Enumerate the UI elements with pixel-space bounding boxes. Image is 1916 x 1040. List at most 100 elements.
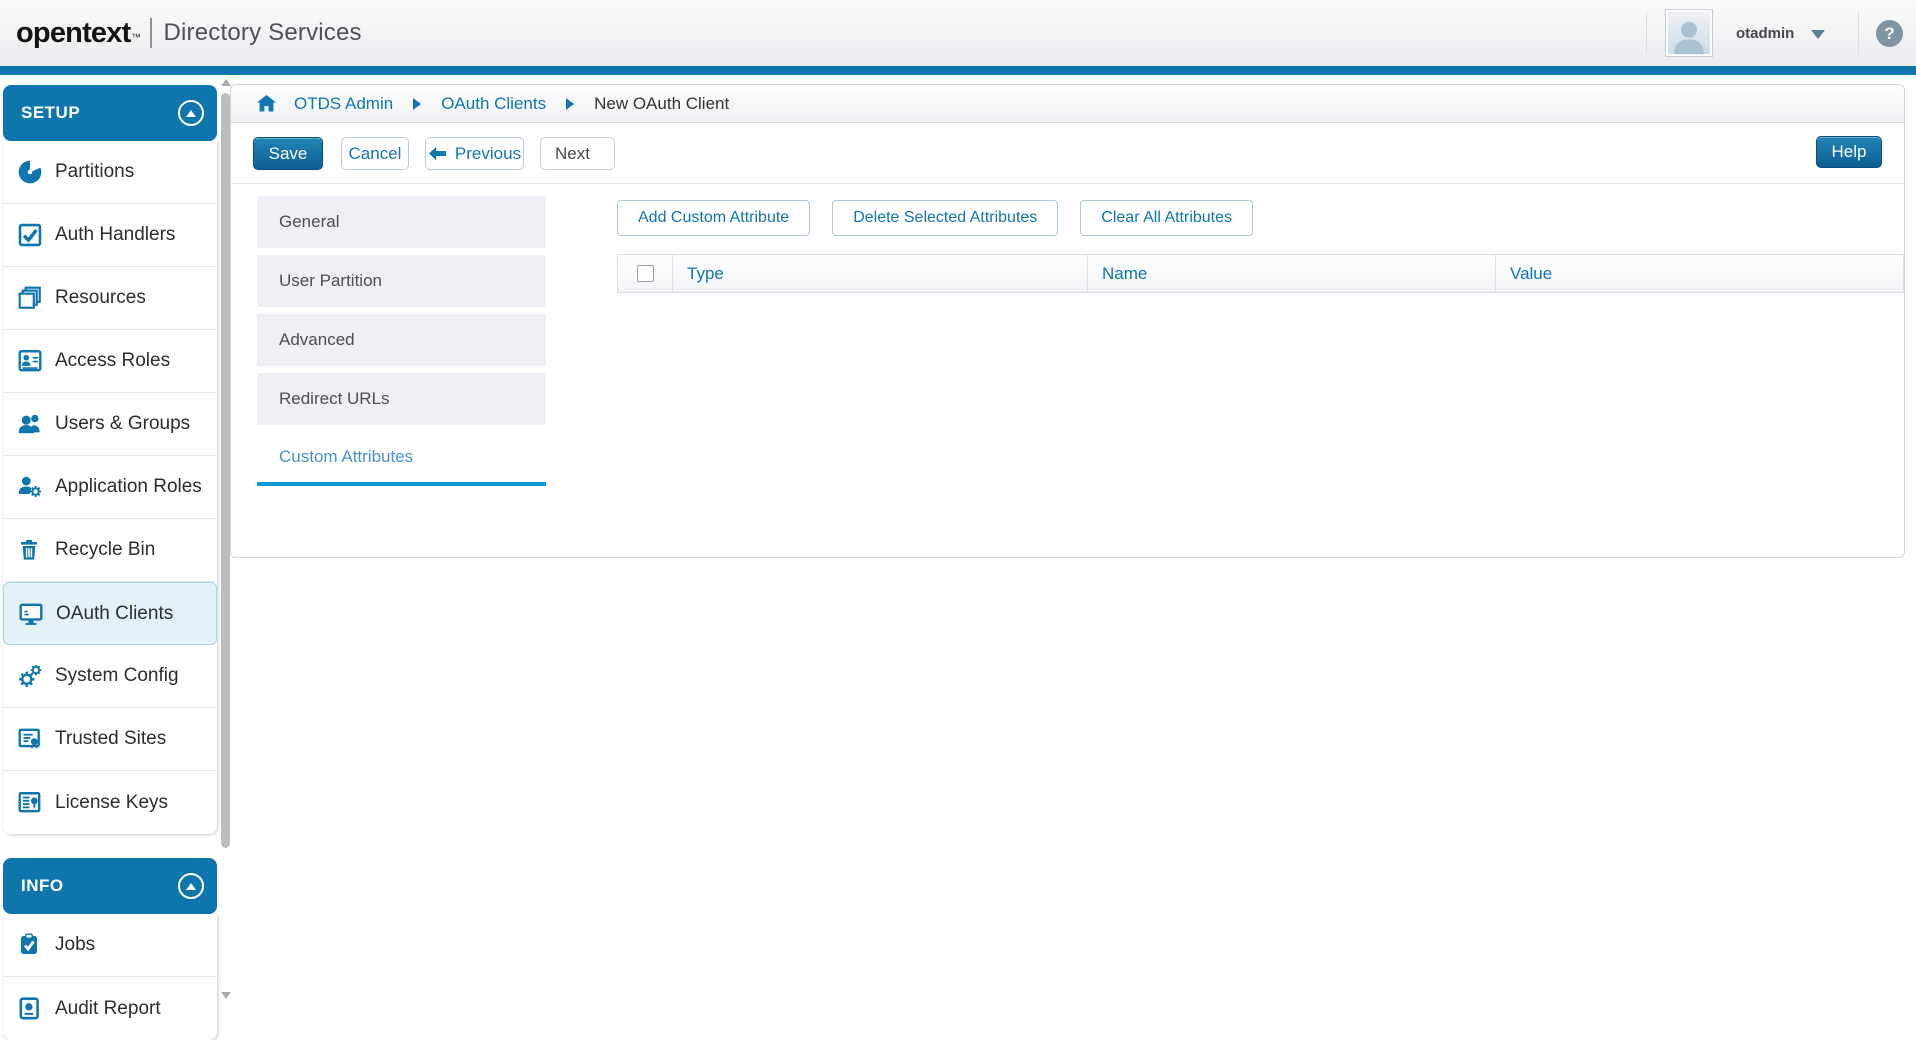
sidebar-item-label: Application Roles [55,476,202,498]
product-title: Directory Services [163,19,361,47]
save-button[interactable]: Save [253,137,323,170]
license-keys-icon [17,790,47,816]
sidebar-item-resources[interactable]: Resources [3,267,217,330]
delete-selected-attributes-button[interactable]: Delete Selected Attributes [832,200,1058,236]
toolbar: Save Cancel Previous Next Help [231,123,1904,184]
home-icon[interactable] [257,95,276,112]
scroll-up-icon[interactable] [221,79,231,86]
sidebar-item-label: Trusted Sites [55,728,166,750]
oauth-client-content: General User Partition Advanced Redirect… [231,184,1904,559]
jobs-icon [17,932,47,958]
access-roles-icon [17,348,47,374]
scroll-down-icon[interactable] [221,992,231,999]
cancel-button[interactable]: Cancel [341,137,409,170]
tab-advanced[interactable]: Advanced [257,314,546,366]
trusted-sites-icon [17,726,47,752]
tab-general[interactable]: General [257,196,546,248]
user-menu-label[interactable]: otadmin [1736,25,1794,42]
setup-items-panel: Partitions Auth Handlers Resources Acces… [3,141,217,834]
partitions-icon [17,159,47,185]
main-panel: OTDS Admin OAuth Clients New OAuth Clien… [230,84,1905,558]
sidebar-section-setup[interactable]: SETUP [3,85,217,141]
select-all-checkbox[interactable] [637,265,654,282]
sidebar-item-label: Jobs [55,934,95,956]
logo-wordmark: opentext [16,17,130,50]
previous-button-label: Previous [455,144,521,164]
column-header-name[interactable]: Name [1087,255,1495,292]
breadcrumb-separator-icon [566,98,574,110]
sidebar-item-trusted-sites[interactable]: Trusted Sites [3,708,217,771]
opentext-logo: opentext™ Directory Services [16,0,362,66]
sidebar-item-jobs[interactable]: Jobs [3,914,217,977]
header-divider [1858,12,1859,54]
breadcrumb-link-otds-admin[interactable]: OTDS Admin [294,94,393,114]
sidebar-item-recycle-bin[interactable]: Recycle Bin [3,519,217,582]
previous-button[interactable]: Previous [425,137,524,170]
setup-section-title: SETUP [21,103,80,123]
sidebar: SETUP Partitions Auth Handlers Resources [3,85,217,1040]
auth-handlers-icon [17,222,47,248]
chevron-down-icon[interactable] [1811,30,1825,39]
help-button[interactable]: Help [1816,136,1882,168]
resources-icon [17,285,47,311]
sidebar-item-access-roles[interactable]: Access Roles [3,330,217,393]
custom-attributes-toolbar: Add Custom Attribute Delete Selected Att… [617,200,1253,236]
sidebar-item-audit-report[interactable]: Audit Report [3,977,217,1040]
breadcrumb: OTDS Admin OAuth Clients New OAuth Clien… [231,85,1904,123]
collapse-section-icon[interactable] [178,873,204,899]
app-header: opentext™ Directory Services otadmin ? [0,0,1916,67]
header-user-area: otadmin ? [1646,0,1916,66]
sidebar-item-oauth-clients[interactable]: OAuth Clients [3,582,217,645]
avatar[interactable] [1665,9,1713,57]
collapse-section-icon[interactable] [178,100,204,126]
accent-bar [0,66,1916,75]
sidebar-item-auth-handlers[interactable]: Auth Handlers [3,204,217,267]
tab-custom-attributes[interactable]: Custom Attributes [257,432,546,486]
sidebar-gap [3,834,217,858]
custom-attributes-table: Type Name Value [617,254,1904,293]
sidebar-item-label: Auth Handlers [55,224,175,246]
sidebar-item-system-config[interactable]: System Config [3,645,217,708]
info-section-title: INFO [21,876,64,896]
sidebar-item-label: Recycle Bin [55,539,155,561]
clear-all-attributes-button[interactable]: Clear All Attributes [1080,200,1253,236]
sidebar-item-label: Resources [55,287,146,309]
sidebar-item-label: License Keys [55,792,168,814]
oauth-clients-icon [18,601,48,627]
breadcrumb-separator-icon [413,98,421,110]
tab-redirect-urls[interactable]: Redirect URLs [257,373,546,425]
users-groups-icon [17,411,47,437]
logo-divider [150,18,152,48]
sidebar-item-label: System Config [55,665,179,687]
breadcrumb-current: New OAuth Client [594,94,729,114]
info-items-panel: Jobs Audit Report [3,914,217,1040]
next-button[interactable]: Next [540,137,615,170]
arrow-left-icon [428,146,447,161]
arrow-up-icon [186,110,196,117]
sidebar-section-info[interactable]: INFO [3,858,217,914]
select-all-cell [618,255,672,292]
sidebar-item-label: Audit Report [55,998,161,1020]
sidebar-item-label: Partitions [55,161,134,183]
sidebar-item-users-groups[interactable]: Users & Groups [3,393,217,456]
application-roles-icon [17,474,47,500]
sidebar-item-application-roles[interactable]: Application Roles [3,456,217,519]
header-divider [1646,12,1647,54]
sidebar-item-label: Access Roles [55,350,170,372]
column-header-value[interactable]: Value [1495,255,1903,292]
tab-user-partition[interactable]: User Partition [257,255,546,307]
breadcrumb-link-oauth-clients[interactable]: OAuth Clients [441,94,546,114]
audit-report-icon [17,996,47,1022]
table-header-row: Type Name Value [617,254,1904,293]
system-config-icon [17,663,47,689]
column-header-type[interactable]: Type [672,255,1087,292]
sidebar-item-label: Users & Groups [55,413,190,435]
sidebar-item-partitions[interactable]: Partitions [3,141,217,204]
recycle-bin-icon [17,537,47,563]
trademark-symbol: ™ [131,32,140,42]
help-icon[interactable]: ? [1876,20,1903,47]
person-silhouette-icon [1668,14,1710,56]
sidebar-item-license-keys[interactable]: License Keys [3,771,217,834]
scrollbar-thumb[interactable] [221,93,230,848]
add-custom-attribute-button[interactable]: Add Custom Attribute [617,200,810,236]
